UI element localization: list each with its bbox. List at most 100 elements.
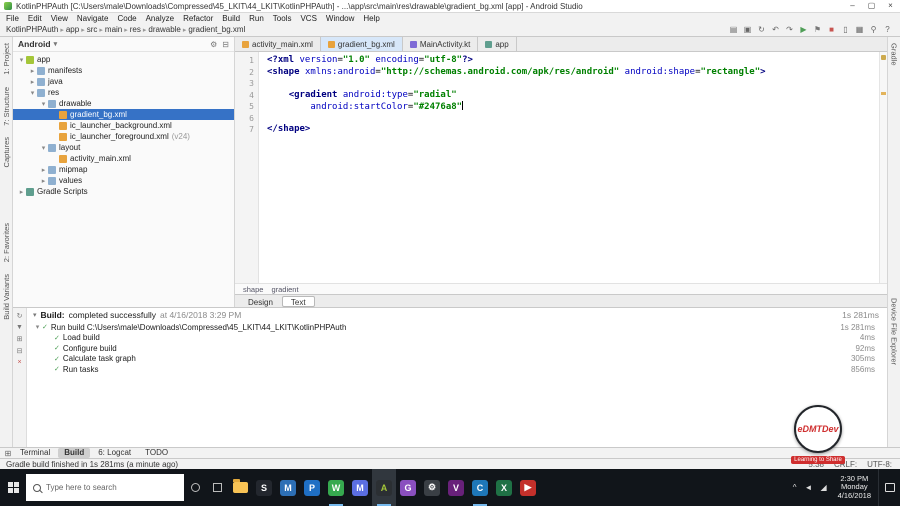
search-icon[interactable]: ⚲ (867, 25, 880, 34)
close-icon[interactable]: × (17, 359, 21, 366)
build-row-run-build-c-users-male-downloa[interactable]: ▾ ✓ Run build C:\Users\male\Downloads\Comp… (27, 322, 887, 333)
mode-tab-text[interactable]: Text (281, 295, 315, 307)
tree-item-app[interactable]: ▾ app (13, 54, 234, 65)
code-area[interactable]: <?xml version="1.0" encoding="utf-8"?> <s… (259, 52, 887, 283)
tool-window-tab-6-logcat[interactable]: 6: Logcat (92, 448, 137, 458)
action-center-icon[interactable] (878, 469, 900, 506)
tool-window-button-1-project[interactable]: 1: Project (2, 43, 11, 75)
volume-icon[interactable]: ◄ (801, 483, 817, 492)
tool-window-button-gradle[interactable]: Gradle (890, 43, 899, 66)
status-message[interactable]: Gradle build finished in 1s 281ms (a min… (6, 460, 178, 469)
tool-window-button-device-file-explorer[interactable]: Device File Explorer (890, 298, 899, 365)
editor-tab-mainactivity-kt[interactable]: MainActivity.kt (402, 37, 479, 51)
settings-icon[interactable]: ⚙ (210, 40, 217, 49)
photos-icon[interactable]: P (300, 469, 324, 506)
sync-icon[interactable]: ↻ (755, 25, 768, 34)
tree-item-mipmap[interactable]: ▸ mipmap (13, 164, 234, 175)
status-item-utf-8[interactable]: UTF-8: (867, 460, 892, 469)
file-explorer-icon[interactable] (228, 469, 252, 506)
breadcrumb-item-res[interactable]: res (130, 25, 141, 34)
tree-item-res[interactable]: ▾ res (13, 87, 234, 98)
start-button[interactable] (0, 469, 26, 506)
breadcrumb-item-gradient-bg-xml[interactable]: gradient_bg.xml (188, 25, 245, 34)
breadcrumb-item-app[interactable]: app (66, 25, 79, 34)
open-file-icon[interactable]: ▤ (727, 25, 740, 34)
build-row-load-build[interactable]: ✓ Load build 4ms (27, 333, 887, 344)
hidden-icons-chevron[interactable]: ^ (789, 483, 801, 492)
network-icon[interactable]: ◢ (816, 483, 830, 492)
run-icon[interactable]: ▶ (797, 25, 810, 34)
collapse-all-icon[interactable]: ⊟ (17, 347, 23, 355)
gallery-icon[interactable]: G (396, 469, 420, 506)
tool-window-button-captures[interactable]: Captures (2, 137, 11, 167)
menu-item-refactor[interactable]: Refactor (183, 14, 213, 23)
tree-item-manifests[interactable]: ▸ manifests (13, 65, 234, 76)
excel-icon[interactable]: X (492, 469, 516, 506)
filter-icon[interactable]: ▼ (16, 324, 23, 331)
restart-build-icon[interactable]: ↻ (17, 312, 23, 320)
chevron-right-icon[interactable]: ▸ (28, 67, 37, 75)
android-studio-icon[interactable]: A (372, 469, 396, 506)
menu-item-view[interactable]: View (51, 14, 68, 23)
mail-icon[interactable]: M (276, 469, 300, 506)
expand-all-icon[interactable]: ⊞ (17, 335, 23, 343)
chevron-down-icon[interactable]: ▾ (28, 89, 37, 97)
avd-manager-icon[interactable]: ▯ (839, 25, 852, 34)
menu-item-tools[interactable]: Tools (273, 14, 292, 23)
code-editor-icon[interactable]: C (468, 469, 492, 506)
tree-item-gradle-scripts[interactable]: ▸ Gradle Scripts (13, 186, 234, 197)
breadcrumb-item-drawable[interactable]: drawable (148, 25, 180, 34)
project-view-selector[interactable]: Android ▾ (18, 39, 57, 49)
menu-item-build[interactable]: Build (222, 14, 240, 23)
tool-window-button-build-variants[interactable]: Build Variants (2, 274, 11, 320)
tool-window-button-2-favorites[interactable]: 2: Favorites (2, 223, 11, 262)
build-row-run-tasks[interactable]: ✓ Run tasks 856ms (27, 364, 887, 375)
menu-item-code[interactable]: Code (117, 14, 136, 23)
tree-item-ic-launcher-background-xml[interactable]: ic_launcher_background.xml (13, 120, 234, 131)
chevron-right-icon[interactable]: ▸ (39, 166, 48, 174)
editor-tab-app[interactable]: app (478, 37, 517, 51)
redo-icon[interactable]: ↷ (783, 25, 796, 34)
menu-item-edit[interactable]: Edit (28, 14, 42, 23)
mode-tab-design[interactable]: Design (239, 296, 282, 307)
settings-icon[interactable]: ⚙ (420, 469, 444, 506)
tree-item-activity-main-xml[interactable]: activity_main.xml (13, 153, 234, 164)
menu-item-analyze[interactable]: Analyze (146, 14, 174, 23)
chevron-down-icon[interactable]: ▾ (33, 323, 42, 331)
chevron-down-icon[interactable]: ▾ (39, 100, 48, 108)
menu-item-run[interactable]: Run (249, 14, 264, 23)
chevron-right-icon[interactable]: ▸ (28, 78, 37, 86)
breadcrumb-item-kotlinphpauth[interactable]: KotlinPHPAuth (6, 25, 58, 34)
chevron-down-icon[interactable]: ▾ (33, 311, 37, 319)
tree-item-java[interactable]: ▸ java (13, 76, 234, 87)
build-row-configure-build[interactable]: ✓ Configure build 92ms (27, 343, 887, 354)
code-editor[interactable]: 1 2 3 4 5 6 7 <?xml version="1.0" encoding="ut… (235, 52, 887, 283)
breadcrumb-item-main[interactable]: main (105, 25, 122, 34)
breadcrumb-item-src[interactable]: src (87, 25, 98, 34)
chevron-down-icon[interactable]: ▾ (39, 144, 48, 152)
tree-item-gradient-bg-xml[interactable]: gradient_bg.xml (13, 109, 234, 120)
tool-window-tab-todo[interactable]: TODO (139, 448, 174, 458)
microsoft-store-icon[interactable]: S (252, 469, 276, 506)
menu-item-vcs[interactable]: VCS (300, 14, 316, 23)
editor-tab-activity-main-xml[interactable]: activity_main.xml (235, 37, 321, 51)
menu-item-help[interactable]: Help (363, 14, 379, 23)
tool-windows-toggle-icon[interactable]: ⊞ (2, 449, 14, 458)
tool-window-button-7-structure[interactable]: 7: Structure (2, 87, 11, 126)
tree-item-values[interactable]: ▸ values (13, 175, 234, 186)
chevron-right-icon[interactable]: ▸ (17, 188, 26, 196)
menu-item-file[interactable]: File (6, 14, 19, 23)
tree-item-ic-launcher-foreground-xml[interactable]: ic_launcher_foreground.xml (v24) (13, 131, 234, 142)
xml-breadcrumb-shape[interactable]: shape (243, 285, 263, 294)
visual-studio-icon[interactable]: V (444, 469, 468, 506)
editor-scrollbar[interactable] (879, 52, 887, 283)
cortana-icon[interactable] (184, 469, 206, 506)
sdk-manager-icon[interactable]: ▦ (853, 25, 866, 34)
messenger-icon[interactable]: M (348, 469, 372, 506)
stop-icon[interactable]: ■ (825, 25, 838, 34)
save-all-icon[interactable]: ▣ (741, 25, 754, 34)
editor-tab-gradient-bg-xml[interactable]: gradient_bg.xml (320, 37, 403, 51)
debug-icon[interactable]: ⚑ (811, 25, 824, 34)
taskbar-clock[interactable]: 2:30 PM Monday 4/16/2018 (831, 474, 878, 501)
tree-item-layout[interactable]: ▾ layout (13, 142, 234, 153)
